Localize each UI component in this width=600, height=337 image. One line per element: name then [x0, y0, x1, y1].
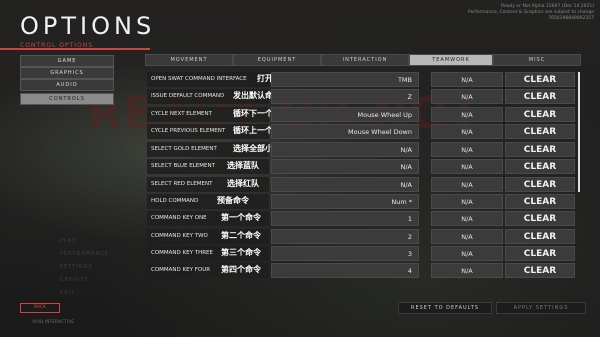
clear-button[interactable]: CLEAR	[505, 89, 575, 104]
secondary-binding-button[interactable]: N/A	[431, 107, 503, 122]
faded-menu-item: PLAY	[60, 238, 77, 244]
primary-binding-button[interactable]: N/A	[271, 177, 419, 192]
tab-movement[interactable]: MOVEMENT	[145, 54, 233, 66]
faded-menu-item: EXIT	[60, 290, 76, 296]
secondary-binding-button[interactable]: N/A	[431, 72, 503, 87]
keybind-row: ISSUE DEFAULT COMMAND 发出默认命令 Z N/A CLEAR	[147, 89, 575, 104]
sidebar-item-audio[interactable]: AUDIO	[20, 79, 114, 91]
tab-equipment[interactable]: EQUIPMENT	[233, 54, 321, 66]
keybind-row: CYCLE PREVIOUS ELEMENT 循环上一个小队 Mouse Whe…	[147, 124, 575, 139]
keybind-row: HOLD COMMAND 预备命令 Num * N/A CLEAR	[147, 194, 575, 209]
page-title: OPTIONS	[20, 12, 156, 40]
keybind-translation: 预备命令	[217, 196, 249, 205]
primary-binding-button[interactable]: 3	[271, 246, 419, 261]
keybind-translation: 选择蓝队	[227, 161, 259, 170]
keybind-label: OPEN SWAT COMMAND INTERFACE	[147, 72, 269, 87]
primary-binding-button[interactable]: 1	[271, 211, 419, 226]
back-button[interactable]: BACK	[20, 303, 60, 313]
tab-interaction[interactable]: INTERACTION	[321, 54, 409, 66]
primary-binding-button[interactable]: N/A	[271, 159, 419, 174]
keybind-row: COMMAND KEY THREE 第三个命令 3 N/A CLEAR	[147, 246, 575, 261]
faded-menu-item: SETTINGS	[60, 264, 93, 270]
keybind-row: COMMAND KEY FOUR 第四个命令 4 N/A CLEAR	[147, 263, 575, 278]
secondary-binding-button[interactable]: N/A	[431, 177, 503, 192]
clear-button[interactable]: CLEAR	[505, 211, 575, 226]
clear-button[interactable]: CLEAR	[505, 194, 575, 209]
keybind-translation: 第二个命令	[221, 231, 261, 240]
clear-button[interactable]: CLEAR	[505, 142, 575, 157]
keybind-translation: 选择红队	[227, 179, 259, 188]
clear-button[interactable]: CLEAR	[505, 229, 575, 244]
clear-button[interactable]: CLEAR	[505, 72, 575, 87]
copyright-text: VOID INTERACTIVE	[32, 320, 75, 325]
faded-menu-item: PERFORMANCE	[60, 251, 110, 257]
clear-button[interactable]: CLEAR	[505, 263, 575, 278]
secondary-binding-button[interactable]: N/A	[431, 246, 503, 261]
keybind-row: SELECT GOLD ELEMENT 选择全部小队 N/A N/A CLEAR	[147, 142, 575, 157]
keybind-row: CYCLE NEXT ELEMENT 循环下一个小队 Mouse Wheel U…	[147, 107, 575, 122]
tab-misc[interactable]: MISC	[493, 54, 581, 66]
clear-button[interactable]: CLEAR	[505, 246, 575, 261]
title-underline	[0, 48, 150, 50]
sidebar-item-game[interactable]: GAME	[20, 55, 114, 67]
faded-menu-item: CREDITS	[60, 277, 89, 283]
secondary-binding-button[interactable]: N/A	[431, 229, 503, 244]
secondary-binding-button[interactable]: N/A	[431, 194, 503, 209]
keybind-translation: 第一个命令	[221, 213, 261, 222]
sidebar-item-graphics[interactable]: GRAPHICS	[20, 67, 114, 79]
sidebar-item-controls[interactable]: CONTROLS	[20, 93, 114, 105]
clear-button[interactable]: CLEAR	[505, 124, 575, 139]
clear-button[interactable]: CLEAR	[505, 107, 575, 122]
keybind-translation: 第三个命令	[221, 248, 261, 257]
keybind-translation: 第四个命令	[221, 265, 261, 274]
primary-binding-button[interactable]: Mouse Wheel Down	[271, 124, 419, 139]
keybind-label: HOLD COMMAND	[147, 194, 269, 209]
primary-binding-button[interactable]: Z	[271, 89, 419, 104]
primary-binding-button[interactable]: TMB	[271, 72, 419, 87]
secondary-binding-button[interactable]: N/A	[431, 124, 503, 139]
secondary-binding-button[interactable]: N/A	[431, 211, 503, 226]
primary-binding-button[interactable]: N/A	[271, 142, 419, 157]
secondary-binding-button[interactable]: N/A	[431, 89, 503, 104]
primary-binding-button[interactable]: 2	[271, 229, 419, 244]
keybind-row: SELECT BLUE ELEMENT 选择蓝队 N/A N/A CLEAR	[147, 159, 575, 174]
tab-teamwork[interactable]: TEAMWORK	[409, 54, 493, 66]
keybind-row: COMMAND KEY TWO 第二个命令 2 N/A CLEAR	[147, 229, 575, 244]
clear-button[interactable]: CLEAR	[505, 159, 575, 174]
build-info: Ready or Not Alpha 15697 (Dec 14 2021) P…	[468, 4, 594, 22]
keybind-row: SELECT RED ELEMENT 选择红队 N/A N/A CLEAR	[147, 177, 575, 192]
secondary-binding-button[interactable]: N/A	[431, 142, 503, 157]
apply-settings-button[interactable]: APPLY SETTINGS	[496, 302, 586, 314]
primary-binding-button[interactable]: Num *	[271, 194, 419, 209]
keybind-row: OPEN SWAT COMMAND INTERFACE 打开swat命令界面 T…	[147, 72, 575, 87]
build-id: 7656198848902357	[548, 16, 594, 21]
secondary-binding-button[interactable]: N/A	[431, 159, 503, 174]
primary-binding-button[interactable]: Mouse Wheel Up	[271, 107, 419, 122]
clear-button[interactable]: CLEAR	[505, 177, 575, 192]
primary-binding-button[interactable]: 4	[271, 263, 419, 278]
reset-defaults-button[interactable]: RESET TO DEFAULTS	[398, 302, 492, 314]
scrollbar[interactable]	[578, 72, 580, 192]
keybind-row: COMMAND KEY ONE 第一个命令 1 N/A CLEAR	[147, 211, 575, 226]
secondary-binding-button[interactable]: N/A	[431, 263, 503, 278]
